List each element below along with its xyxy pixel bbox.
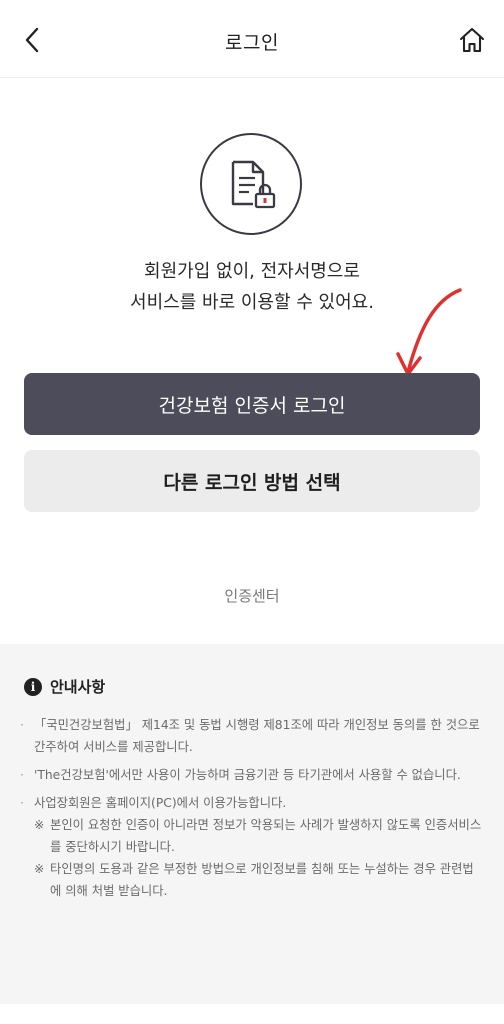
notice-item: · 'The건강보험'에서만 사용이 가능하며 금융기관 등 타기관에서 사용할… (20, 764, 482, 786)
cert-center-link[interactable]: 인증센터 (0, 585, 504, 606)
notice-list: · 「국민건강보험법」 제14조 및 동법 시행령 제81조에 따라 개인정보 … (20, 714, 482, 902)
document-lock-icon (231, 160, 276, 209)
notice-section: i 안내사항 · 「국민건강보험법」 제14조 및 동법 시행령 제81조에 따… (0, 644, 504, 1004)
bullet: · (20, 718, 24, 732)
home-button[interactable] (454, 22, 490, 58)
app-header: 로그인 (0, 0, 504, 78)
red-arrow-annotation (396, 288, 462, 376)
notice-item: · 사업장회원은 홈페이지(PC)에서 이용가능합니다. (20, 792, 482, 814)
notice-title: i 안내사항 (24, 676, 105, 697)
notice-title-text: 안내사항 (50, 678, 106, 696)
health-insurance-cert-login-button[interactable]: 건강보험 인증서 로그인 (24, 373, 480, 435)
bullet: · (20, 768, 24, 782)
notice-subitem-text: 본인이 요청한 인증이 아니라면 정보가 악용되는 사례가 발생하지 않도록 인… (50, 818, 482, 854)
notice-subitem: ※ 본인이 요청한 인증이 아니라면 정보가 악용되는 사례가 발생하지 않도록… (20, 814, 482, 858)
notice-item-text: 사업장회원은 홈페이지(PC)에서 이용가능합니다. (34, 796, 287, 810)
info-icon: i (24, 677, 42, 696)
bullet: · (20, 796, 24, 810)
reference-mark: ※ (34, 862, 45, 876)
page-title: 로그인 (225, 32, 279, 54)
other-login-method-button[interactable]: 다른 로그인 방법 선택 (24, 450, 480, 512)
notice-item: · 「국민건강보험법」 제14조 및 동법 시행령 제81조에 따라 개인정보 … (20, 714, 482, 758)
notice-subitem: ※ 타인명의 도용과 같은 부정한 방법으로 개인정보를 침해 또는 누설하는 … (20, 858, 482, 902)
reference-mark: ※ (34, 818, 45, 832)
notice-item-text: 'The건강보험'에서만 사용이 가능하며 금융기관 등 타기관에서 사용할 수… (34, 768, 461, 782)
home-icon (459, 27, 485, 53)
notice-item-text: 「국민건강보험법」 제14조 및 동법 시행령 제81조에 따라 개인정보 동의… (34, 718, 480, 754)
document-lock-emblem (200, 133, 302, 235)
notice-subitem-text: 타인명의 도용과 같은 부정한 방법으로 개인정보를 침해 또는 누설하는 경우… (50, 862, 474, 898)
